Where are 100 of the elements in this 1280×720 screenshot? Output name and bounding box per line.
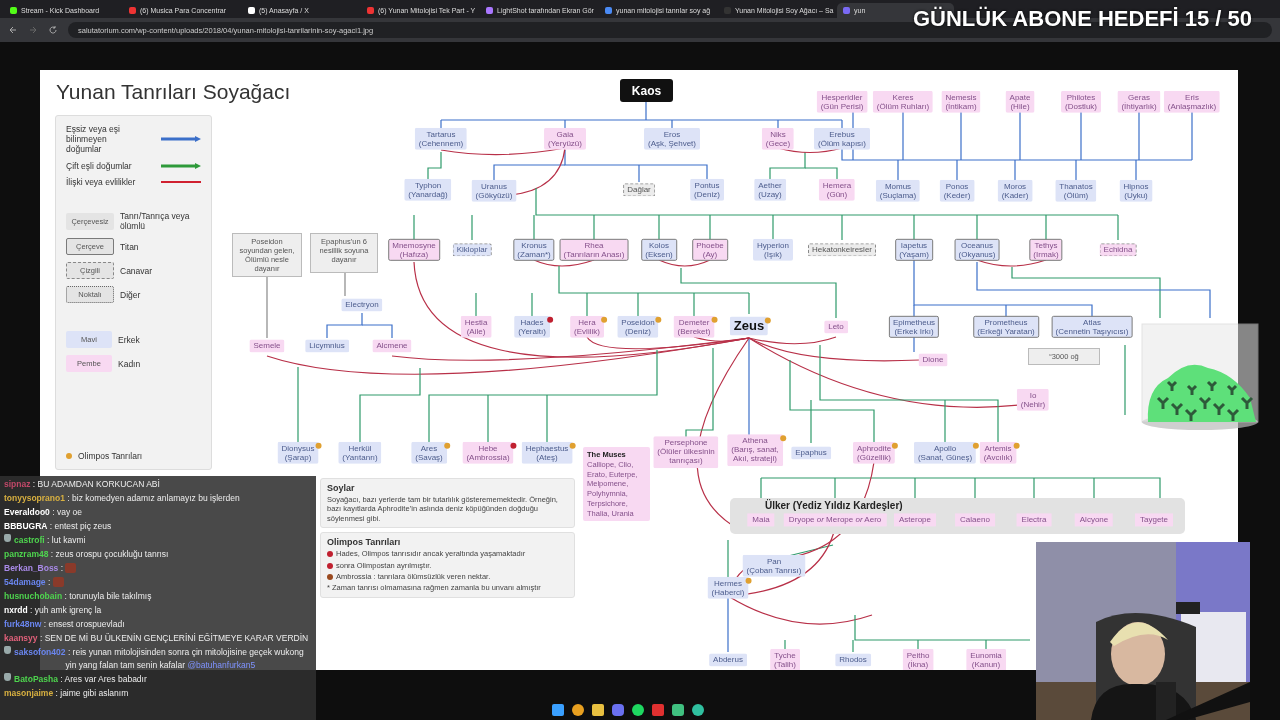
app-taskbar-icon[interactable] bbox=[672, 704, 684, 716]
connector-line bbox=[1124, 344, 1126, 416]
note-title: Olimpos Tanrıları bbox=[327, 537, 402, 548]
deity-node: Mnemosyne (Hafıza) bbox=[388, 238, 440, 262]
deity-node: Hera (Evlilik) bbox=[570, 315, 604, 339]
deity-node: Apollo (Sanat, Güneş) bbox=[913, 441, 977, 465]
deity-node: Persephone (Ölüler ülkesinin tanrıçası) bbox=[653, 436, 719, 468]
chat-message: : BU ADAMDAN KORKUCAN ABİ bbox=[31, 478, 161, 491]
legend-label: Kadın bbox=[118, 358, 142, 369]
windows-start-icon[interactable] bbox=[552, 704, 564, 716]
deity-node: Tethys (Irmak) bbox=[1029, 238, 1063, 262]
deity-node: Momus (Suçlama) bbox=[875, 179, 921, 203]
deity-node: Pan (Çoban Tanrısı) bbox=[742, 554, 806, 578]
deity-node: Moros (Kader) bbox=[997, 179, 1033, 203]
chat-username[interactable]: BatoPasha bbox=[14, 673, 58, 686]
deity-node: Semele bbox=[249, 339, 285, 353]
legend-label: İlişki veya evlilikler bbox=[66, 176, 137, 187]
tab-favicon-icon bbox=[248, 7, 255, 14]
deity-node: Phoebe (Ay) bbox=[692, 238, 728, 262]
deity-node: Artemis (Avcılık) bbox=[979, 441, 1017, 465]
tab-favicon-icon bbox=[129, 7, 136, 14]
deity-node: Abderus bbox=[709, 653, 747, 667]
deity-node: Leto bbox=[824, 320, 848, 334]
app-taskbar-icon[interactable] bbox=[692, 704, 704, 716]
legend-label: Titan bbox=[120, 241, 140, 252]
chat-username[interactable]: husnuchobain bbox=[4, 590, 63, 603]
connector-line bbox=[471, 214, 473, 241]
chat-username[interactable]: furk48nw bbox=[4, 618, 42, 631]
chat-app-icon[interactable] bbox=[612, 704, 624, 716]
deity-node: Dionysus (Şarap) bbox=[277, 441, 319, 465]
deity-node: Hades (Yeraltı) bbox=[514, 315, 550, 339]
deity-node: Typhon (Yanardağ) bbox=[404, 178, 452, 202]
chat-message: : jaime gibi aslanım bbox=[54, 687, 130, 700]
deity-node: Gaia (Yeryüzü) bbox=[544, 127, 586, 151]
chat-message: : SEN DE Mİ BU ÜLKENİN GENÇLERİNİ EĞİTMEYE KARAR VERDİN bbox=[38, 632, 310, 645]
legend-label: Eşsiz veya eşi bilinmeyen doğumlar bbox=[66, 124, 121, 155]
deity-node: Eris (Anlaşmazlık) bbox=[1163, 90, 1221, 114]
chat-message: : yuh amk igrenç la bbox=[29, 604, 103, 617]
deity-node: Hebe (Ambrossia) bbox=[462, 441, 514, 465]
reload-icon[interactable] bbox=[48, 25, 58, 35]
deity-node: Iapetus (Yaşam) bbox=[895, 238, 933, 262]
deity-node: Aphrodite (Güzellik) bbox=[852, 441, 896, 465]
deity-node: Eros (Aşk, Şehvet) bbox=[644, 127, 700, 151]
legend-label: Olimpos Tanrıları bbox=[78, 450, 143, 461]
browser-taskbar-icon[interactable] bbox=[572, 704, 584, 716]
deity-node: Epaphus bbox=[791, 446, 831, 460]
deity-node: Erebus (Ölüm kapısı) bbox=[814, 127, 870, 151]
deity-node: Apate (Hile) bbox=[1005, 90, 1035, 114]
deity-node: Zeus bbox=[729, 316, 769, 336]
deity-node: Hesperidler (Gün Perisi) bbox=[816, 90, 868, 114]
deity-node: Hekatonkeiresler bbox=[808, 243, 876, 257]
deity-node: Aether (Uzay) bbox=[754, 178, 786, 202]
deity-node: Ares (Savaş) bbox=[411, 441, 447, 465]
folder-icon[interactable] bbox=[592, 704, 604, 716]
chat-username[interactable]: kaansyy bbox=[4, 632, 38, 645]
deity-node: Poseidon (Deniz) bbox=[617, 315, 659, 339]
chat-username[interactable]: masonjaime bbox=[4, 687, 54, 700]
deity-node: Tyche (Talih) bbox=[770, 648, 800, 670]
connector-line bbox=[413, 214, 415, 241]
tab-favicon-icon bbox=[605, 7, 612, 14]
connector-line bbox=[344, 272, 346, 297]
tab-favicon-icon bbox=[843, 7, 850, 14]
deity-node: Kolos (Eksen) bbox=[641, 238, 677, 262]
chat-username[interactable]: Berkan_Boss bbox=[4, 562, 59, 575]
chat-username[interactable]: castrofi bbox=[14, 534, 45, 547]
tab-favicon-icon bbox=[10, 7, 17, 14]
chat-separator: : bbox=[46, 576, 52, 589]
deity-node: Echidna bbox=[1099, 243, 1137, 257]
chat-username[interactable]: saksofon402 bbox=[14, 646, 66, 659]
chat-username[interactable]: BBBUGRA bbox=[4, 520, 48, 533]
legend-label: Erkek bbox=[118, 334, 141, 345]
deity-node: Oceanus (Okyanus) bbox=[954, 238, 1000, 262]
chat-username[interactable]: Everaldoo0 bbox=[4, 506, 50, 519]
back-icon[interactable] bbox=[8, 25, 18, 35]
deity-node: Atlas (Cennetin Taşıyıcısı) bbox=[1051, 315, 1133, 339]
chat-username[interactable]: 54damage bbox=[4, 576, 46, 589]
music-app-icon[interactable] bbox=[632, 704, 644, 716]
chat-username[interactable]: nxrdd bbox=[4, 604, 28, 617]
deity-node: Hyperion (Işık) bbox=[753, 238, 793, 262]
chat-message: : vay oe bbox=[51, 506, 83, 519]
deity-node: Peitho (İkna) bbox=[902, 648, 934, 670]
deity-node: Io (Nehir) bbox=[1016, 388, 1050, 412]
tree-root-node: Kaos bbox=[620, 79, 673, 102]
chat-message: : reis yunan mitolojisinden sonra çin mitolojisine geçek wukong yin yang falan tam senin kafalar @batuhanfurkan5 bbox=[65, 646, 305, 672]
legend-label: Çift eşli doğumlar bbox=[66, 160, 133, 171]
deity-node: Alcyone bbox=[1074, 513, 1114, 527]
chat-message: : ensest orospuevladı bbox=[42, 618, 126, 631]
deity-node: Electra bbox=[1016, 513, 1052, 527]
chat-username[interactable]: panzram48 bbox=[4, 548, 49, 561]
legend-label: Diğer bbox=[120, 289, 142, 300]
deity-node: Niks (Gece) bbox=[761, 127, 795, 151]
deity-node: Philotes (Dostluk) bbox=[1061, 90, 1101, 114]
chat-username[interactable]: tonyysoprano1 bbox=[4, 492, 65, 505]
deity-node: Keres (Ölüm Ruhları) bbox=[872, 90, 934, 114]
deity-node: Thanatos (Ölüm) bbox=[1055, 179, 1097, 203]
deity-node: Taygete bbox=[1135, 513, 1173, 527]
deity-node: Tartarus (Cehennem) bbox=[414, 127, 468, 151]
chat-message: : Ares var Ares babadır bbox=[59, 673, 148, 686]
deity-node: Hipnos (Uyku) bbox=[1119, 179, 1153, 203]
deity-node: Dryope or Merope or Aero bbox=[783, 513, 887, 527]
